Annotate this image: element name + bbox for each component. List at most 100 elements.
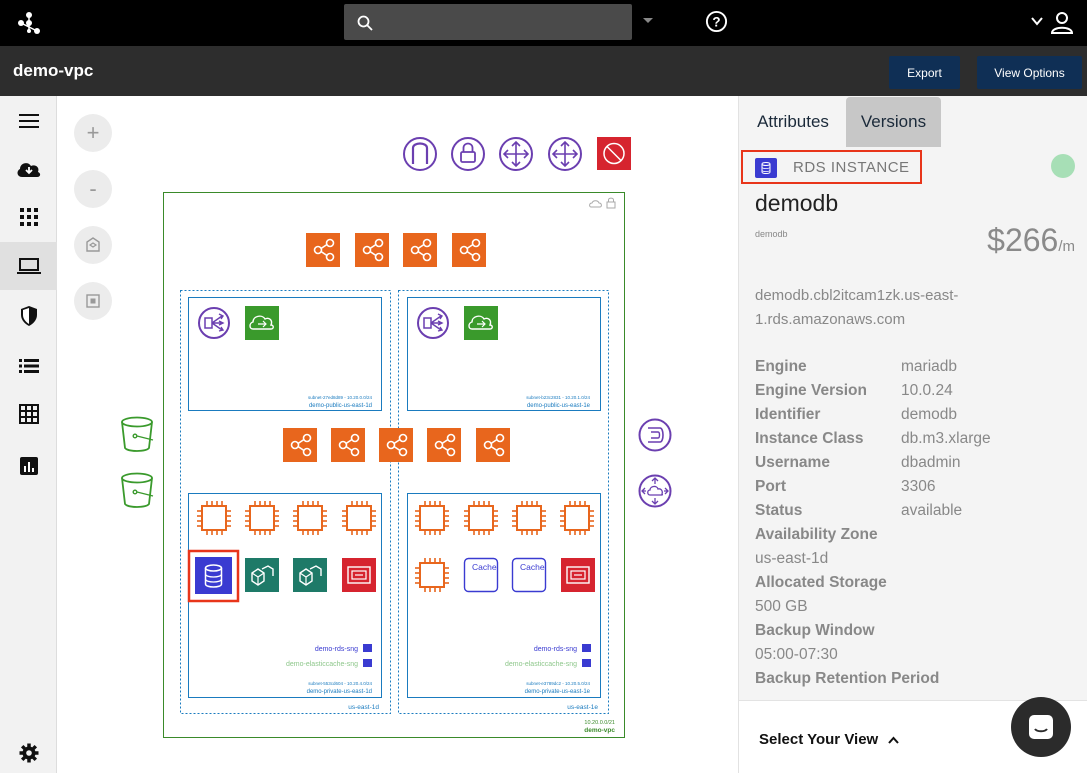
network-hub-icon [403, 233, 437, 267]
user-avatar-icon[interactable] [1050, 10, 1074, 34]
nat-gateway-icon[interactable] [464, 306, 498, 340]
search-dropdown-icon[interactable] [642, 17, 654, 25]
attr-value: db.m3.xlarge [901, 430, 991, 447]
network-hub-icon [355, 233, 389, 267]
attr-value: dbadmin [901, 454, 961, 471]
elasticache-node[interactable]: Cache [511, 557, 547, 593]
chat-icon [1029, 715, 1053, 739]
network-hub-icon [331, 428, 365, 462]
cache-sng-icon [582, 659, 591, 667]
view-options-button[interactable]: View Options [977, 56, 1082, 89]
transit-connection-icon[interactable] [548, 137, 582, 171]
network-hub-icon [283, 428, 317, 462]
status-indicator [1051, 154, 1075, 178]
sidebar [0, 96, 57, 773]
sidebar-item-table[interactable] [0, 390, 57, 438]
rds-subnet-group: demo-rds-sng [315, 646, 358, 653]
resource-name: demodb [755, 190, 839, 216]
nat-gateway-icon[interactable] [245, 306, 279, 340]
subnet-id: subnet-27ed8d89 - 10.20.0.0/24 [308, 395, 373, 400]
network-hub-icon [427, 428, 461, 462]
api-card-icon[interactable] [561, 558, 595, 592]
select-view-toggle[interactable]: Select Your View [759, 731, 900, 748]
cache-subnet-group: demo-elasticcache-sng [505, 661, 577, 668]
subnet-name: demo-public-us-east-1d [309, 403, 372, 409]
attr-label: Identifier [755, 406, 821, 423]
attr-value: 05:00-07:30 [755, 646, 838, 663]
attr-label: Status [755, 502, 803, 519]
sidebar-item-security[interactable] [0, 292, 57, 340]
transit-gateway-icon[interactable] [638, 474, 672, 508]
cloud-download-icon [17, 163, 40, 177]
network-hub-icon [379, 428, 413, 462]
ecs-service-icon[interactable] [245, 558, 279, 592]
tab-attributes[interactable]: Attributes [741, 97, 845, 147]
sidebar-item-apps[interactable] [0, 193, 57, 241]
resource-price: $266/m [987, 222, 1075, 259]
export-button[interactable]: Export [889, 56, 960, 89]
vpn-gateway-icon[interactable] [451, 137, 485, 171]
az1-label: us-east-1d [348, 704, 379, 711]
sidebar-item-menu[interactable] [0, 97, 57, 145]
vpc-lock-icon [606, 197, 616, 209]
s3-bucket-icon[interactable] [121, 472, 154, 508]
vpc-endpoint-icon[interactable] [638, 418, 672, 452]
search-icon [357, 15, 373, 31]
tab-versions[interactable]: Versions [846, 97, 941, 147]
search-input[interactable] [344, 4, 632, 40]
diagram-canvas[interactable]: 10.20.0.0/21 demo-vpc us-east-1d us-east… [58, 96, 738, 773]
attributes-panel: Attributes Versions RDS INSTANCE demodb … [738, 96, 1087, 773]
resource-endpoint: demodb.cbl2itcam1zk.us-east-1.rds.amazon… [755, 287, 959, 328]
table-icon [18, 404, 39, 424]
app-logo-icon[interactable] [16, 10, 42, 36]
sidebar-item-diagram[interactable] [0, 242, 57, 290]
attr-value: available [901, 502, 963, 519]
ecs-service-icon[interactable] [293, 558, 327, 592]
rds-instance-selected[interactable] [187, 549, 240, 603]
subnet-id: subnet-b23c2831 - 10.20.1.0/24 [526, 395, 590, 400]
list-icon [18, 359, 39, 373]
load-balancer-icon[interactable] [417, 307, 449, 339]
gear-icon [19, 743, 38, 763]
sidebar-item-list[interactable] [0, 342, 57, 390]
network-hub-icon [476, 428, 510, 462]
price-unit: /m [1058, 238, 1075, 255]
chart-icon [19, 457, 38, 475]
rds-sng-icon [363, 644, 372, 652]
attr-label: Engine Version [755, 382, 867, 399]
network-hub-icon [306, 233, 340, 267]
sidebar-item-reports[interactable] [0, 442, 57, 490]
chevron-down-icon[interactable] [1031, 17, 1043, 26]
network-hub-icon [452, 233, 486, 267]
chat-launcher-button[interactable] [1011, 697, 1071, 757]
rds-icon [755, 158, 777, 178]
attr-value: mariadb [901, 358, 957, 375]
firewall-icon[interactable] [597, 137, 631, 170]
elasticache-node[interactable]: Cache [463, 557, 499, 593]
attr-value: 500 GB [755, 598, 808, 615]
sidebar-item-download[interactable] [0, 145, 57, 193]
attr-value: 3306 [901, 478, 936, 495]
apps-grid-icon [19, 208, 38, 226]
subnet-name: demo-private-us-east-1e [525, 689, 591, 695]
sidebar-item-settings[interactable] [0, 729, 57, 777]
vpc-cloud-icon [589, 200, 602, 208]
s3-bucket-icon[interactable] [121, 416, 154, 452]
attr-value: 10.0.24 [901, 382, 953, 399]
cache-label: Cache [520, 562, 545, 572]
resource-type-label: RDS INSTANCE [793, 159, 910, 176]
chevron-up-icon [888, 736, 900, 744]
load-balancer-icon[interactable] [198, 307, 230, 339]
api-card-icon[interactable] [342, 558, 376, 592]
rds-sng-icon [582, 644, 591, 652]
attr-value: us-east-1d [755, 550, 829, 567]
attr-label: Engine [755, 358, 807, 375]
svg-text:?: ? [712, 14, 720, 29]
vpc-cidr: 10.20.0.0/21 [584, 720, 615, 726]
subnet-name: demo-private-us-east-1d [307, 689, 372, 695]
help-icon[interactable]: ? [705, 10, 728, 33]
attr-value: demodb [901, 406, 958, 423]
peering-connection-icon[interactable] [499, 137, 533, 171]
attr-label: Allocated Storage [755, 574, 887, 591]
internet-gateway-icon[interactable] [403, 137, 437, 171]
